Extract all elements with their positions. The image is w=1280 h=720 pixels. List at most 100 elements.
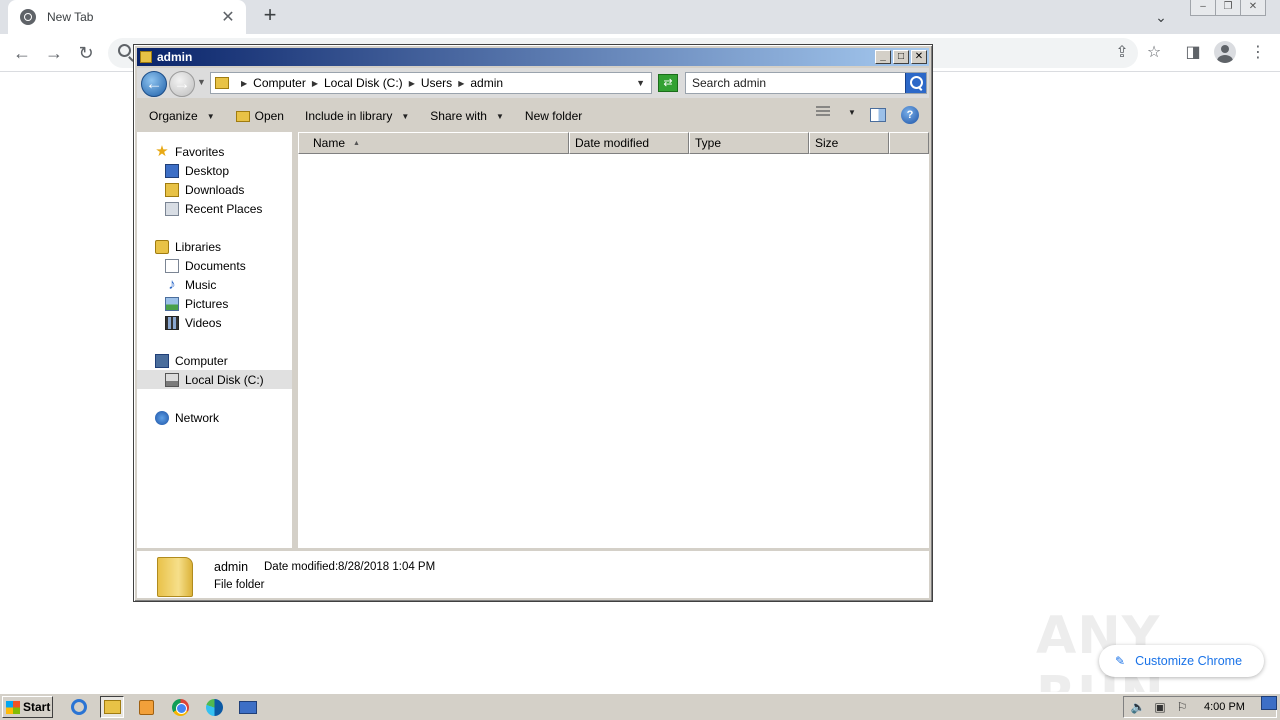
nav-label: Favorites bbox=[175, 144, 225, 159]
restore-icon[interactable]: ❐ bbox=[1215, 0, 1241, 16]
network-tray-icon[interactable]: ▣ bbox=[1152, 699, 1168, 715]
breadcrumb-chevron-icon[interactable]: ▶ bbox=[458, 79, 464, 88]
libraries-icon bbox=[155, 239, 169, 254]
view-dropdown-caret-icon[interactable]: ▼ bbox=[848, 108, 856, 117]
minimize-button[interactable]: _ bbox=[875, 50, 891, 64]
volume-icon[interactable]: 🔈 bbox=[1130, 699, 1146, 715]
taskbar-internet-explorer[interactable] bbox=[67, 696, 91, 718]
address-dropdown-icon[interactable]: ▼ bbox=[636, 78, 645, 88]
help-icon[interactable]: ? bbox=[901, 106, 919, 124]
refresh-button[interactable]: ⇄ bbox=[658, 74, 678, 92]
explorer-titlebar[interactable]: admin _ □ ✕ bbox=[137, 48, 929, 66]
new-folder-label: New folder bbox=[524, 109, 583, 123]
organize-button[interactable]: Organize ▼ bbox=[137, 105, 224, 127]
column-label: Date modified bbox=[575, 136, 650, 150]
taskbar-file-explorer[interactable] bbox=[100, 696, 124, 718]
new-tab-button[interactable]: + bbox=[258, 4, 282, 28]
nav-favorites[interactable]: ★ Favorites bbox=[155, 142, 224, 161]
customize-chrome-label: Customize Chrome bbox=[1135, 654, 1243, 668]
edge-icon bbox=[205, 698, 223, 716]
include-in-library-button[interactable]: Include in library ▼ bbox=[293, 105, 418, 127]
action-center-flag-icon[interactable]: ⚐ bbox=[1174, 699, 1190, 715]
chrome-tab-new-tab[interactable]: New Tab ✕ bbox=[8, 0, 246, 34]
breadcrumb-admin[interactable]: admin bbox=[470, 76, 503, 90]
back-button[interactable]: ← bbox=[141, 71, 167, 97]
window-title: admin bbox=[157, 50, 193, 64]
breadcrumb-local-disk[interactable]: Local Disk (C:) bbox=[324, 76, 403, 90]
nav-pictures[interactable]: Pictures bbox=[165, 294, 228, 313]
media-player-icon bbox=[138, 699, 154, 715]
pictures-icon bbox=[165, 296, 179, 311]
nav-local-disk[interactable]: Local Disk (C:) bbox=[137, 370, 292, 389]
chrome-favicon-icon bbox=[20, 9, 36, 25]
back-arrow-icon[interactable]: ← bbox=[9, 40, 35, 66]
open-button[interactable]: Open bbox=[224, 105, 293, 127]
tab-search-chevron-icon[interactable]: ⌄ bbox=[1150, 6, 1172, 28]
minimize-icon[interactable]: – bbox=[1190, 0, 1216, 16]
forward-button[interactable]: → bbox=[169, 71, 195, 97]
column-header-date-modified[interactable]: Date modified bbox=[569, 132, 689, 154]
system-tray: 🔈 ▣ ⚐ 4:00 PM bbox=[1123, 696, 1277, 718]
address-bar[interactable]: ▶ Computer ▶ Local Disk (C:) ▶ Users ▶ a… bbox=[210, 72, 652, 94]
customize-chrome-button[interactable]: ✎ Customize Chrome bbox=[1099, 645, 1264, 677]
side-panel-icon[interactable]: ◨ bbox=[1180, 40, 1206, 66]
profile-avatar-icon[interactable] bbox=[1214, 41, 1236, 63]
nav-label: Network bbox=[175, 410, 220, 425]
close-button[interactable]: ✕ bbox=[911, 50, 927, 64]
recent-pages-chevron-icon[interactable]: ▼ bbox=[197, 77, 206, 87]
nav-label: Desktop bbox=[185, 163, 230, 178]
breadcrumb-users[interactable]: Users bbox=[421, 76, 452, 90]
forward-arrow-icon[interactable]: → bbox=[41, 40, 67, 66]
column-header-size[interactable]: Size bbox=[809, 132, 889, 154]
share-with-button[interactable]: Share with ▼ bbox=[418, 105, 513, 127]
close-icon[interactable]: ✕ bbox=[1240, 0, 1266, 16]
nav-recent-places[interactable]: Recent Places bbox=[165, 199, 262, 218]
reload-icon[interactable]: ↻ bbox=[73, 40, 99, 66]
tab-close-icon[interactable]: ✕ bbox=[220, 7, 236, 27]
breadcrumb-chevron-icon[interactable]: ▶ bbox=[409, 79, 415, 88]
chrome-icon bbox=[171, 698, 189, 716]
nav-music[interactable]: ♪ Music bbox=[165, 275, 216, 294]
breadcrumb-chevron-icon[interactable]: ▶ bbox=[312, 79, 318, 88]
videos-icon bbox=[165, 315, 179, 330]
open-label: Open bbox=[254, 109, 284, 123]
nav-downloads[interactable]: Downloads bbox=[165, 180, 244, 199]
search-input[interactable] bbox=[686, 73, 901, 93]
nav-videos[interactable]: Videos bbox=[165, 313, 221, 332]
file-list-pane[interactable]: Name ▲ Date modified Type Size bbox=[298, 132, 929, 586]
file-explorer-icon bbox=[103, 700, 121, 714]
nav-desktop[interactable]: Desktop bbox=[165, 161, 229, 180]
start-button[interactable]: Start bbox=[2, 696, 53, 718]
navigation-pane: ★ Favorites Desktop Downloads Recent Pla… bbox=[137, 132, 295, 586]
desktop-icon bbox=[239, 700, 257, 714]
nav-documents[interactable]: Documents bbox=[165, 256, 246, 275]
include-in-library-label: Include in library bbox=[304, 109, 393, 123]
nav-libraries[interactable]: Libraries bbox=[155, 237, 221, 256]
pencil-icon: ✎ bbox=[1115, 654, 1126, 668]
share-icon[interactable]: ⇪ bbox=[1109, 40, 1135, 66]
clock[interactable]: 4:00 PM bbox=[1204, 701, 1245, 713]
column-header-name[interactable]: Name ▲ bbox=[298, 132, 569, 154]
preview-pane-icon[interactable] bbox=[870, 108, 886, 122]
taskbar-edge[interactable] bbox=[202, 696, 226, 718]
change-view-button[interactable]: ▼ bbox=[816, 106, 856, 118]
taskbar-media-player[interactable] bbox=[134, 696, 158, 718]
new-folder-button[interactable]: New folder bbox=[513, 105, 591, 127]
maximize-button[interactable]: □ bbox=[893, 50, 909, 64]
nav-network[interactable]: Network bbox=[155, 408, 219, 427]
computer-icon bbox=[155, 353, 169, 368]
taskbar-chrome[interactable] bbox=[168, 696, 192, 718]
details-date-label: Date modified: bbox=[264, 561, 339, 573]
breadcrumb-chevron-icon[interactable]: ▶ bbox=[241, 79, 247, 88]
nav-computer[interactable]: Computer bbox=[155, 351, 228, 370]
desktop-icon bbox=[165, 163, 179, 178]
breadcrumb-computer[interactable]: Computer bbox=[253, 76, 306, 90]
menu-kebab-icon[interactable]: ⋮ bbox=[1245, 40, 1271, 66]
show-desktop-icon[interactable] bbox=[1261, 696, 1277, 710]
column-header-type[interactable]: Type bbox=[689, 132, 809, 154]
nav-label: Recent Places bbox=[185, 201, 263, 216]
nav-label: Downloads bbox=[185, 182, 245, 197]
search-icon[interactable] bbox=[905, 73, 926, 93]
bookmark-star-icon[interactable]: ☆ bbox=[1141, 40, 1167, 66]
taskbar-show-desktop[interactable] bbox=[236, 696, 260, 718]
